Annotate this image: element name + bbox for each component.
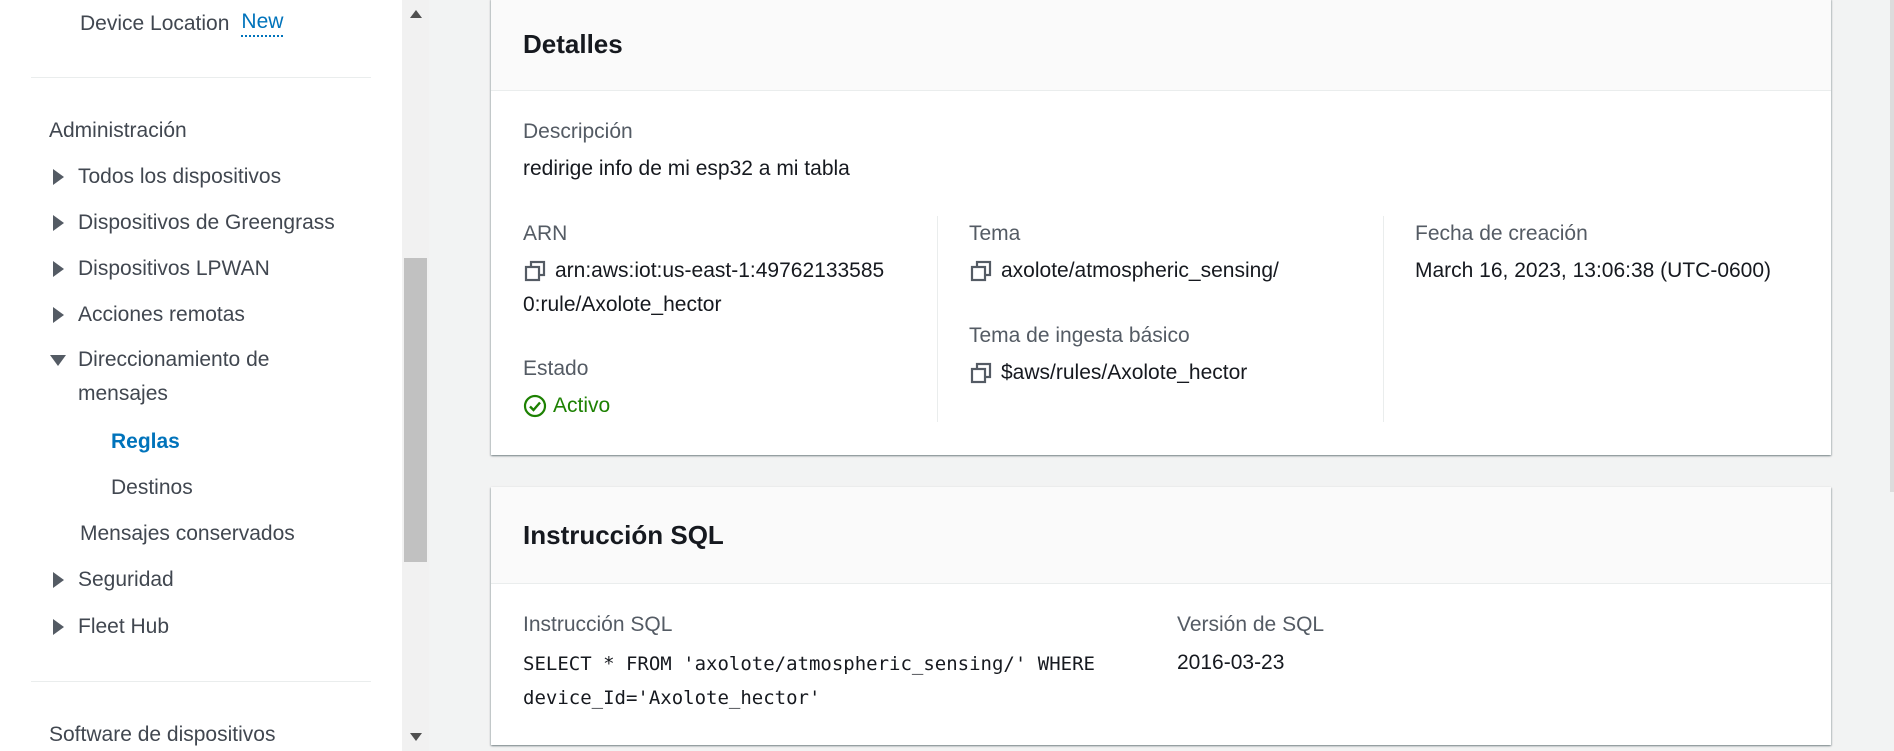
sidebar-item-lpwan[interactable]: Dispositivos LPWAN: [49, 257, 270, 281]
sidebar-item-label: Destinos: [111, 476, 193, 499]
topic-text: axolote/atmospheric_sensing/: [1001, 259, 1279, 282]
copy-icon[interactable]: [523, 259, 547, 283]
sidebar-item-label: Seguridad: [78, 568, 174, 591]
sidebar-item-label: Mensajes conservados: [80, 522, 295, 545]
column-divider: [1383, 216, 1384, 422]
sql-version-value: 2016-03-23: [1177, 651, 1285, 674]
sidebar-item-label: Acciones remotas: [78, 303, 245, 326]
sidebar-item-all-devices[interactable]: Todos los dispositivos: [49, 165, 281, 189]
sidebar-divider: [31, 77, 371, 78]
sql-statement-value: SELECT * FROM 'axolote/atmospheric_sensi…: [523, 647, 1095, 715]
sidebar-divider: [31, 681, 371, 682]
caret-down-icon[interactable]: [49, 349, 67, 371]
arn-label: ARN: [523, 222, 568, 245]
sidebar-nav: Device Location New Administración Todos…: [0, 0, 402, 751]
sql-panel-header: Instrucción SQL: [491, 487, 1831, 584]
sidebar-item-rules[interactable]: Reglas: [111, 430, 180, 454]
sidebar-item-message-routing[interactable]: Direccionamiento de mensajes: [49, 348, 318, 411]
arn-line-1: arn:aws:iot:us-east-1:49762133585: [555, 259, 885, 282]
scroll-thumb[interactable]: [404, 258, 427, 562]
basic-ingest-value: $aws/rules/Axolote_hector: [969, 356, 1247, 390]
sidebar-item-label: Reglas: [111, 430, 180, 453]
description-label: Descripción: [523, 120, 633, 143]
sql-panel: Instrucción SQL Instrucción SQL SELECT *…: [491, 487, 1831, 745]
arn-line-2: 0:rule/Axolote_hector: [523, 293, 722, 316]
copy-icon[interactable]: [969, 361, 993, 385]
scroll-up-arrow-icon[interactable]: [410, 10, 422, 18]
sidebar-item-greengrass[interactable]: Dispositivos de Greengrass: [49, 211, 335, 235]
basic-ingest-label: Tema de ingesta básico: [969, 324, 1190, 347]
sql-title: Instrucción SQL: [523, 519, 724, 550]
topic-value: axolote/atmospheric_sensing/: [969, 254, 1279, 288]
sidebar-item-label: Fleet Hub: [78, 615, 170, 638]
sidebar-item-fleet-hub[interactable]: Fleet Hub: [49, 615, 169, 639]
sidebar-item-destinations[interactable]: Destinos: [111, 476, 193, 500]
sql-statement-label: Instrucción SQL: [523, 613, 673, 636]
sidebar-item-label: Dispositivos LPWAN: [78, 257, 270, 280]
details-panel: Detalles Descripción redirige info de mi…: [491, 0, 1831, 455]
details-panel-header: Detalles: [491, 0, 1831, 91]
sidebar-item-label: Device Location: [80, 11, 230, 35]
basic-ingest-text: $aws/rules/Axolote_hector: [1001, 361, 1248, 384]
sql-line-1: SELECT * FROM 'axolote/atmospheric_sensi…: [523, 653, 1095, 675]
sidebar-item-label: Dispositivos de Greengrass: [78, 211, 335, 234]
column-divider: [937, 216, 938, 422]
sidebar-item-remote-actions[interactable]: Acciones remotas: [49, 303, 245, 327]
status-text: Activo: [553, 394, 611, 417]
status-value: Activo: [523, 389, 610, 423]
description-value: redirige info de mi esp32 a mi tabla: [523, 157, 850, 180]
caret-right-icon[interactable]: [49, 304, 67, 326]
sql-line-2: device_Id='Axolote_hector': [523, 687, 821, 709]
caret-right-icon[interactable]: [49, 258, 67, 280]
section-heading: Software de dispositivos: [49, 723, 276, 746]
status-label: Estado: [523, 357, 589, 380]
sidebar-section-software: Software de dispositivos: [49, 723, 275, 747]
caret-right-icon[interactable]: [49, 616, 67, 638]
sidebar-item-device-location[interactable]: Device Location New: [80, 10, 284, 37]
created-value: March 16, 2023, 13:06:38 (UTC-0600): [1415, 259, 1772, 282]
sidebar-item-label: Direccionamiento de mensajes: [78, 348, 270, 405]
sidebar-item-security[interactable]: Seguridad: [49, 568, 174, 592]
new-badge[interactable]: New: [241, 10, 284, 37]
copy-icon[interactable]: [969, 259, 993, 283]
sidebar-item-retained-messages[interactable]: Mensajes conservados: [80, 522, 295, 546]
arn-value: arn:aws:iot:us-east-1:49762133585 0:rule…: [523, 254, 923, 322]
caret-right-icon[interactable]: [49, 569, 67, 591]
topic-label: Tema: [969, 222, 1021, 245]
sidebar-item-label: Todos los dispositivos: [78, 165, 282, 188]
sidebar-section-admin: Administración: [49, 119, 187, 143]
page-edge: [1890, 0, 1894, 492]
scroll-down-arrow-icon[interactable]: [410, 733, 422, 741]
section-heading: Administración: [49, 119, 187, 142]
caret-right-icon[interactable]: [49, 212, 67, 234]
created-label: Fecha de creación: [1415, 222, 1588, 245]
sidebar-scrollbar[interactable]: [402, 0, 429, 751]
details-title: Detalles: [523, 29, 623, 59]
status-check-icon: [523, 394, 547, 418]
sql-version-label: Versión de SQL: [1177, 613, 1325, 636]
main-content: Detalles Descripción redirige info de mi…: [429, 0, 1894, 751]
caret-right-icon[interactable]: [49, 166, 67, 188]
